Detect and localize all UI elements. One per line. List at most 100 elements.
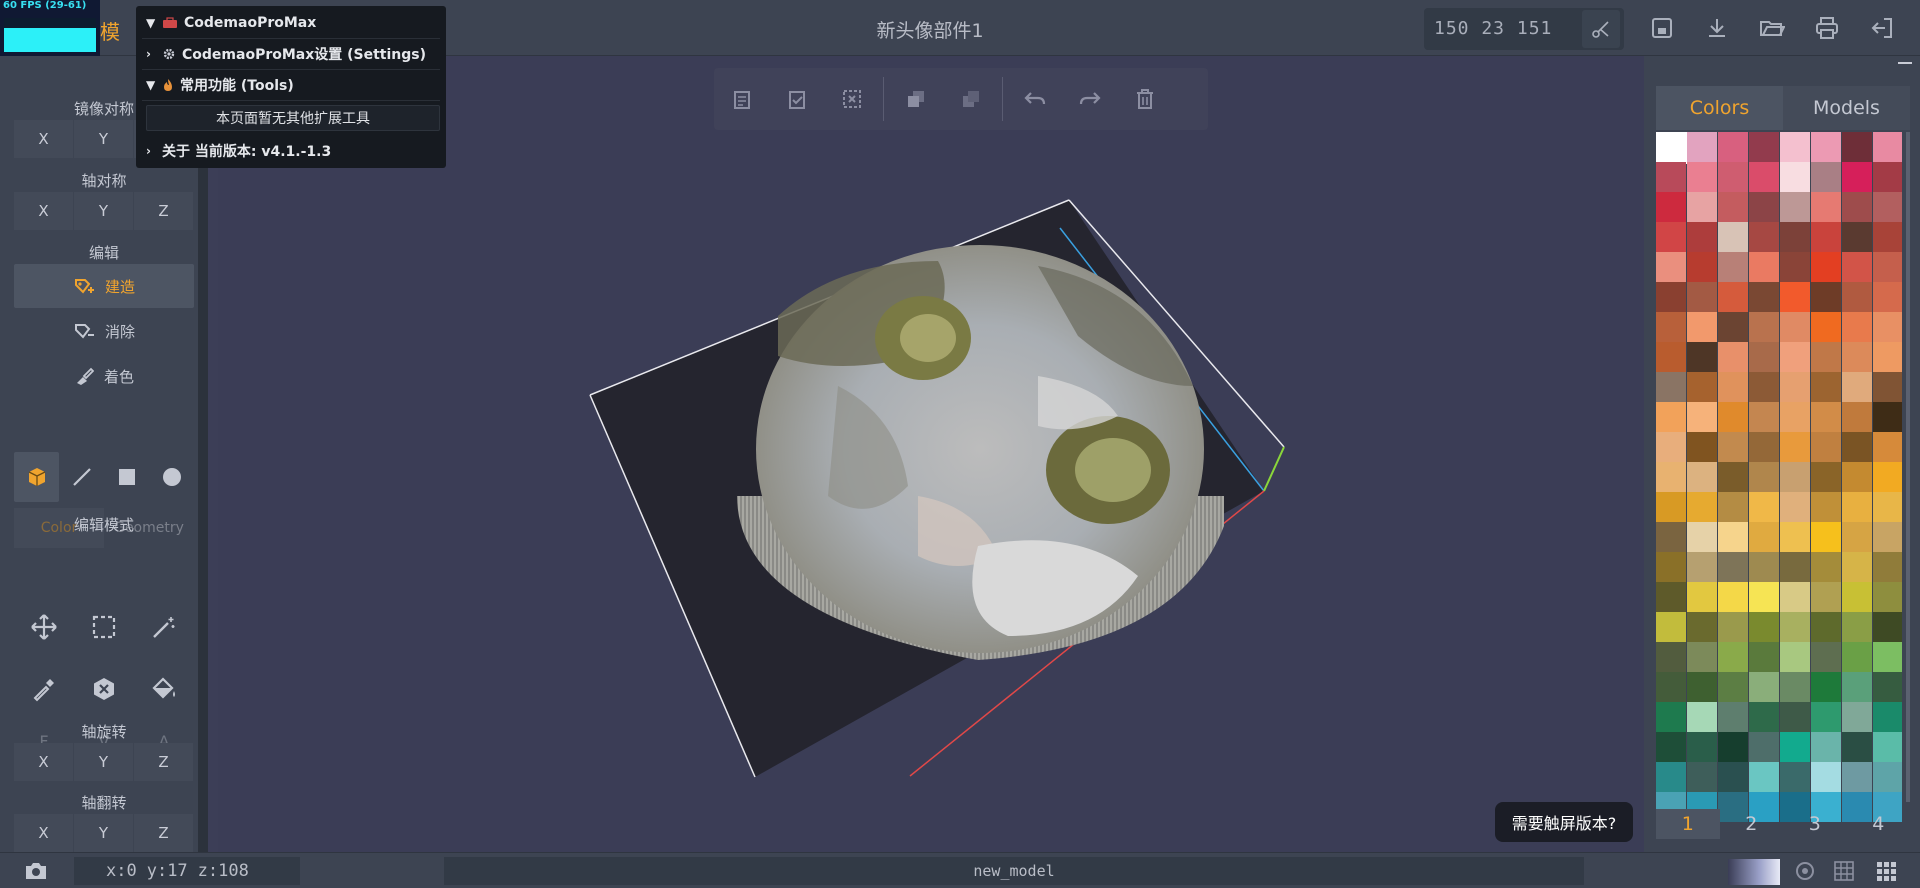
color-swatch[interactable] <box>1687 642 1717 672</box>
color-swatch[interactable] <box>1842 672 1872 702</box>
color-swatch[interactable] <box>1687 222 1717 252</box>
menu-item-codemaopromax[interactable]: ▼ CodemaoProMax <box>142 8 440 39</box>
color-swatch[interactable] <box>1656 642 1686 672</box>
rotate-y-button[interactable]: Y <box>74 743 133 781</box>
color-swatch[interactable] <box>1780 552 1810 582</box>
color-swatch[interactable] <box>1811 132 1841 162</box>
color-swatch[interactable] <box>1656 162 1686 192</box>
color-swatch[interactable] <box>1718 342 1748 372</box>
color-swatch[interactable] <box>1656 282 1686 312</box>
color-swatch[interactable] <box>1687 192 1717 222</box>
panel-divider[interactable] <box>198 56 208 852</box>
color-swatch[interactable] <box>1811 702 1841 732</box>
remove-color-tool[interactable] <box>74 658 134 720</box>
color-swatch[interactable] <box>1842 282 1872 312</box>
color-swatch[interactable] <box>1873 222 1902 252</box>
color-swatch[interactable] <box>1842 582 1872 612</box>
color-swatch[interactable] <box>1718 522 1748 552</box>
color-swatch[interactable] <box>1780 342 1810 372</box>
color-swatch[interactable] <box>1718 162 1748 192</box>
build-button[interactable]: 建造 <box>14 264 194 308</box>
menu-item-about[interactable]: › 关于 当前版本: v4.1.-1.3 <box>142 135 440 166</box>
crop-button[interactable] <box>1582 10 1620 48</box>
color-swatch[interactable] <box>1842 522 1872 552</box>
color-swatch[interactable] <box>1873 582 1902 612</box>
color-swatch[interactable] <box>1656 522 1686 552</box>
square-shape-button[interactable] <box>104 452 149 502</box>
color-swatch[interactable] <box>1749 462 1779 492</box>
flip-x-button[interactable]: X <box>14 814 73 852</box>
color-swatch[interactable] <box>1873 462 1902 492</box>
color-swatch[interactable] <box>1687 432 1717 462</box>
color-swatch[interactable] <box>1656 552 1686 582</box>
color-swatch[interactable] <box>1656 492 1686 522</box>
color-swatch[interactable] <box>1780 432 1810 462</box>
color-swatch[interactable] <box>1656 192 1686 222</box>
flip-z-button[interactable]: Z <box>134 814 193 852</box>
color-swatch[interactable] <box>1811 192 1841 222</box>
color-swatch[interactable] <box>1718 702 1748 732</box>
color-swatch[interactable] <box>1811 222 1841 252</box>
color-swatch[interactable] <box>1811 582 1841 612</box>
color-swatch[interactable] <box>1656 462 1686 492</box>
color-swatch[interactable] <box>1811 732 1841 762</box>
color-swatch[interactable] <box>1749 252 1779 282</box>
color-swatch[interactable] <box>1780 732 1810 762</box>
color-swatch[interactable] <box>1873 762 1902 792</box>
collapse-icon[interactable] <box>1898 62 1912 64</box>
color-swatch[interactable] <box>1656 252 1686 282</box>
color-swatch[interactable] <box>1749 432 1779 462</box>
color-swatch[interactable] <box>1842 492 1872 522</box>
color-swatch[interactable] <box>1656 612 1686 642</box>
color-swatch[interactable] <box>1873 642 1902 672</box>
color-swatch[interactable] <box>1749 132 1779 162</box>
color-swatch[interactable] <box>1780 222 1810 252</box>
touch-version-button[interactable]: 需要触屏版本? <box>1495 802 1633 842</box>
color-swatch[interactable] <box>1780 642 1810 672</box>
color-swatch[interactable] <box>1687 672 1717 702</box>
color-swatch[interactable] <box>1718 642 1748 672</box>
mirror-y-button[interactable]: Y <box>74 120 133 158</box>
color-swatch[interactable] <box>1811 642 1841 672</box>
color-swatch[interactable] <box>1811 402 1841 432</box>
color-swatch[interactable] <box>1780 312 1810 342</box>
paint-button[interactable]: 着色 <box>14 354 194 398</box>
color-swatch[interactable] <box>1687 552 1717 582</box>
color-swatch[interactable] <box>1687 582 1717 612</box>
color-swatch[interactable] <box>1842 612 1872 642</box>
color-swatch[interactable] <box>1842 162 1872 192</box>
color-swatch[interactable] <box>1780 702 1810 732</box>
color-swatch[interactable] <box>1718 492 1748 522</box>
color-swatch[interactable] <box>1656 372 1686 402</box>
folder-open-icon[interactable] <box>1758 14 1786 42</box>
color-swatch[interactable] <box>1780 582 1810 612</box>
color-swatch[interactable] <box>1687 612 1717 642</box>
color-swatch[interactable] <box>1656 402 1686 432</box>
color-swatch[interactable] <box>1718 402 1748 432</box>
color-swatch[interactable] <box>1873 402 1902 432</box>
erase-button[interactable]: 消除 <box>14 309 194 353</box>
color-swatch[interactable] <box>1687 312 1717 342</box>
print-icon[interactable] <box>1813 14 1841 42</box>
color-swatch[interactable] <box>1780 282 1810 312</box>
color-swatch[interactable] <box>1749 642 1779 672</box>
color-swatch[interactable] <box>1749 522 1779 552</box>
axis-sym-y-button[interactable]: Y <box>74 192 133 230</box>
view-target-button[interactable] <box>1791 857 1819 885</box>
color-swatch[interactable] <box>1811 522 1841 552</box>
fill-tool[interactable] <box>134 658 194 720</box>
palette-page-3[interactable]: 3 <box>1783 809 1847 839</box>
color-swatch[interactable] <box>1873 672 1902 702</box>
color-swatch[interactable] <box>1749 762 1779 792</box>
color-swatch[interactable] <box>1749 702 1779 732</box>
color-swatch[interactable] <box>1842 702 1872 732</box>
color-swatch[interactable] <box>1873 432 1902 462</box>
color-swatch[interactable] <box>1780 162 1810 192</box>
palette-page-2[interactable]: 2 <box>1720 809 1784 839</box>
color-swatch[interactable] <box>1842 402 1872 432</box>
color-swatch[interactable] <box>1842 762 1872 792</box>
palette-page-1[interactable]: 1 <box>1656 809 1720 839</box>
color-swatch[interactable] <box>1749 312 1779 342</box>
color-swatch[interactable] <box>1687 762 1717 792</box>
color-swatch[interactable] <box>1780 612 1810 642</box>
